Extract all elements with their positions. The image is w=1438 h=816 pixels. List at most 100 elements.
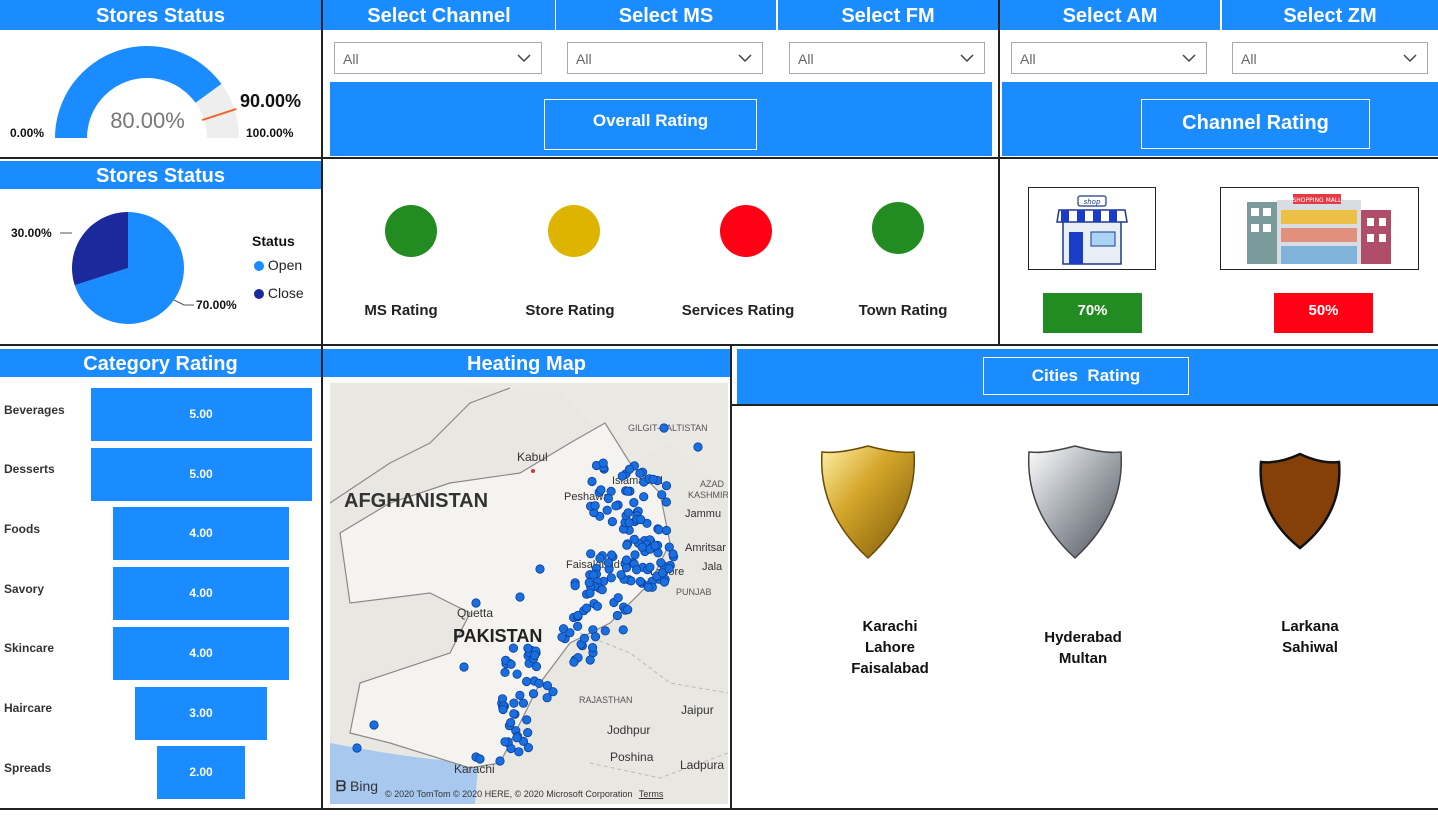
map-store-point[interactable] [596, 485, 606, 495]
category-bar-spreads[interactable]: 2.00 [156, 746, 246, 800]
map-store-point[interactable] [636, 514, 646, 525]
map-store-point[interactable] [639, 492, 649, 502]
map-store-point[interactable] [637, 542, 647, 552]
map-store-point[interactable] [623, 486, 633, 496]
fm-dropdown[interactable]: All [789, 42, 985, 74]
map-store-point[interactable] [650, 541, 660, 551]
map-store-point[interactable] [622, 540, 632, 550]
map-store-point[interactable] [668, 549, 678, 559]
map-store-point[interactable] [523, 727, 533, 738]
map-store-point[interactable] [661, 481, 672, 491]
map-store-point[interactable] [506, 659, 516, 669]
map-store-point[interactable] [629, 498, 639, 508]
map-store-point[interactable] [603, 493, 613, 504]
map-store-point[interactable] [590, 501, 600, 511]
map-store-point[interactable] [635, 576, 645, 587]
map-store-point[interactable] [522, 715, 532, 725]
am-dropdown[interactable]: All [1011, 42, 1207, 74]
map-store-point[interactable] [535, 564, 545, 574]
map-store-point[interactable] [506, 717, 516, 728]
map-store-point[interactable] [661, 497, 671, 507]
map-store-point[interactable] [587, 642, 598, 653]
map-store-point[interactable] [590, 632, 601, 642]
category-bar-desserts[interactable]: 5.00 [90, 447, 312, 501]
category-bar-haircare[interactable]: 3.00 [134, 686, 268, 740]
map-store-point[interactable] [602, 505, 612, 515]
map-store-point[interactable] [369, 720, 379, 730]
map-store-point[interactable] [664, 563, 674, 574]
map-store-point[interactable] [648, 474, 658, 485]
map-store-point[interactable] [565, 628, 575, 638]
map-store-point[interactable] [592, 601, 602, 611]
channel-rating-button[interactable]: Channel Rating [1141, 99, 1370, 149]
map-store-point[interactable] [352, 743, 362, 753]
map-store-point[interactable] [588, 570, 598, 580]
map-store-point[interactable] [624, 518, 634, 528]
pie-legend-close[interactable]: Close [254, 285, 304, 301]
map-store-point[interactable] [528, 689, 539, 699]
map-store-point[interactable] [471, 598, 481, 608]
map-store-point[interactable] [587, 476, 597, 487]
map-store-point[interactable] [656, 558, 666, 568]
zm-dropdown[interactable]: All [1232, 42, 1428, 74]
map-store-point[interactable] [573, 610, 583, 621]
map-store-point[interactable] [509, 698, 519, 708]
map-store-point[interactable] [570, 581, 580, 591]
map-store-point[interactable] [475, 754, 485, 764]
map-store-point[interactable] [498, 704, 508, 715]
category-bar-savory[interactable]: 4.00 [112, 567, 290, 621]
map-store-point[interactable] [522, 676, 532, 687]
map-store-point[interactable] [598, 458, 608, 468]
map-store-point[interactable] [623, 508, 633, 518]
map-store-point[interactable] [582, 603, 592, 613]
ms-dropdown[interactable]: All [567, 42, 763, 74]
map-store-point[interactable] [508, 643, 518, 653]
map-store-point[interactable] [515, 690, 525, 700]
map-store-point[interactable] [657, 490, 667, 500]
map-store-point[interactable] [624, 464, 635, 474]
map-store-point[interactable] [512, 669, 522, 679]
map-store-point[interactable] [597, 585, 607, 595]
map-store-point[interactable] [518, 698, 528, 708]
map-store-point[interactable] [542, 680, 552, 691]
cities-rating-button[interactable]: Cities Rating [983, 357, 1189, 395]
map-store-point[interactable] [617, 471, 627, 481]
map-store-point[interactable] [623, 605, 633, 615]
map-store-point[interactable] [600, 626, 610, 636]
channel-dropdown[interactable]: All [334, 42, 542, 74]
map-store-point[interactable] [659, 577, 669, 587]
category-bar-foods[interactable]: 4.00 [112, 507, 290, 561]
map-store-point[interactable] [621, 555, 632, 565]
map-store-point[interactable] [584, 578, 594, 588]
map-store-point[interactable] [495, 756, 505, 766]
map-store-point[interactable] [611, 501, 621, 511]
map-store-point[interactable] [534, 678, 544, 688]
map-store-point[interactable] [603, 558, 613, 568]
map-store-point[interactable] [579, 633, 589, 643]
pie-legend-open[interactable]: Open [254, 257, 302, 273]
heating-map[interactable]: AFGHANISTAN PAKISTAN Kabul GILGIT-BALTIS… [330, 383, 728, 804]
map-store-point[interactable] [635, 468, 645, 479]
map-terms-link[interactable]: Terms [639, 789, 664, 799]
overall-rating-button[interactable]: Overall Rating [544, 99, 757, 150]
map-store-point[interactable] [509, 709, 519, 719]
map-store-point[interactable] [616, 570, 626, 580]
map-store-point[interactable] [573, 621, 583, 631]
map-store-point[interactable] [515, 592, 525, 602]
map-store-point[interactable] [595, 553, 605, 563]
map-store-point[interactable] [661, 525, 672, 536]
map-store-point[interactable] [606, 550, 617, 560]
map-store-point[interactable] [514, 747, 524, 757]
map-store-point[interactable] [569, 657, 579, 667]
map-store-point[interactable] [557, 632, 567, 642]
map-store-point[interactable] [500, 667, 510, 677]
map-store-point[interactable] [659, 423, 669, 433]
map-store-point[interactable] [607, 517, 617, 527]
map-store-point[interactable] [613, 593, 623, 603]
map-store-point[interactable] [654, 525, 664, 535]
map-store-point[interactable] [530, 650, 540, 660]
map-store-point[interactable] [693, 442, 703, 452]
map-store-point[interactable] [586, 549, 596, 559]
map-store-point[interactable] [523, 742, 533, 753]
map-store-point[interactable] [645, 562, 655, 572]
